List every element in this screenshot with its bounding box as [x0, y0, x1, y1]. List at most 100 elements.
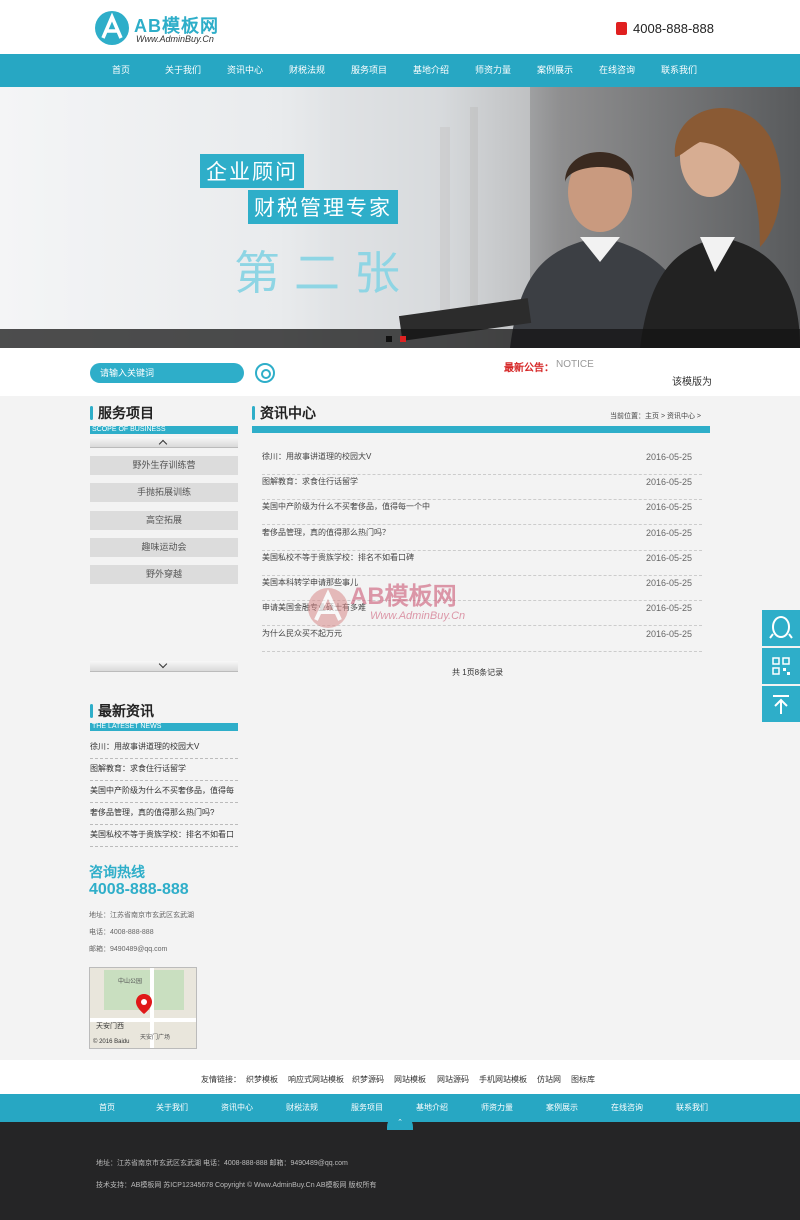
friend-links: 友情链接： 织梦模板 响应式网站模板 织梦源码 网站模板 网站源码 手机网站模板… [0, 1060, 800, 1094]
hotline-number: 4008-888-888 [89, 881, 189, 898]
latest-news-item[interactable]: 美国中产阶级为什么不买奢侈品，值得每 [90, 780, 238, 803]
qrcode-icon [772, 657, 790, 675]
news-row[interactable]: 图解教育：求食住行话留学 2016-05-25 [262, 475, 702, 500]
banner-photo [330, 87, 800, 348]
news-row-title[interactable]: 美国私校不等于贵族学校：排名不如看口碑 [262, 553, 414, 562]
news-row[interactable]: 奢侈品管理，真的值得那么热门吗？ 2016-05-25 [262, 526, 702, 551]
nav-services[interactable]: 服务项目 [339, 54, 399, 87]
search-input[interactable] [90, 363, 244, 383]
contact-phone: 电话：4008-888-888 [89, 929, 154, 936]
arrow-up-icon [773, 695, 789, 714]
footer-nav-base[interactable]: 基地介绍 [402, 1094, 462, 1122]
phone-icon [616, 21, 627, 35]
chevron-down-icon [158, 659, 168, 669]
service-item[interactable]: 趣味运动会 [90, 538, 238, 557]
footer-nav-teachers[interactable]: 师资力量 [467, 1094, 527, 1122]
footer-nav-services[interactable]: 服务项目 [337, 1094, 397, 1122]
service-item[interactable]: 高空拓展 [90, 511, 238, 530]
notice-text[interactable]: 该模版为 [672, 373, 712, 388]
nav-consult[interactable]: 在线咨询 [587, 54, 647, 87]
friend-link[interactable]: 手机网站模板 [479, 1074, 527, 1085]
nav-tax-law[interactable]: 财税法规 [277, 54, 337, 87]
header-phone: 4008-888-888 [616, 20, 714, 36]
contact-address: 地址：江苏省南京市玄武区玄武湖 [89, 912, 194, 919]
float-qq-button[interactable] [762, 610, 800, 646]
pagination-info: 共 1页8条记录 [452, 668, 504, 677]
service-item[interactable]: 野外穿越 [90, 565, 238, 584]
latest-news-item[interactable]: 奢侈品管理，真的值得那么热门吗? [90, 802, 238, 825]
nav-home[interactable]: 首页 [91, 54, 151, 87]
header: AB模板网 Www.AdminBuy.Cn 4008-888-888 [0, 0, 800, 54]
watermark-subtitle: Www.AdminBuy.Cn [370, 610, 466, 622]
news-row[interactable]: 徐川：用故事讲道理的校园大V 2016-05-25 [262, 450, 702, 475]
watermark-text: AB模板网 [350, 583, 457, 610]
friend-link[interactable]: 网站源码 [437, 1074, 469, 1085]
services-scroll-down[interactable] [90, 659, 238, 672]
map-label: 天安门广场 [140, 1035, 171, 1041]
main-nav: 首页 关于我们 资讯中心 财税法规 服务项目 基地介绍 师资力量 案例展示 在线… [0, 54, 800, 87]
float-top-button[interactable] [762, 686, 800, 722]
map-label: 天安门西 [96, 1023, 124, 1030]
service-item[interactable]: 手抛拓展训练 [90, 483, 238, 502]
breadcrumb-current[interactable]: 资讯中心 [667, 413, 695, 420]
notice-en-label: NOTICE [556, 359, 594, 370]
footer-nav-news[interactable]: 资讯中心 [207, 1094, 267, 1122]
footer-nav-home[interactable]: 首页 [77, 1094, 137, 1122]
service-item[interactable]: 野外生存训练营 [90, 456, 238, 475]
news-row-date: 2016-05-25 [645, 603, 692, 613]
friend-links-label: 友情链接： [201, 1075, 241, 1084]
footer-nav-about[interactable]: 关于我们 [142, 1094, 202, 1122]
news-row-title[interactable]: 美国中产阶级为什么不买奢侈品，值得每一个中 [262, 502, 430, 511]
services-scroll-up[interactable] [90, 437, 238, 449]
breadcrumb-prefix: 当前位置： [610, 413, 645, 420]
latest-news-title: 最新资讯 [90, 702, 154, 720]
breadcrumb: 当前位置：主页 > 资讯中心 > [610, 413, 702, 420]
news-row-title[interactable]: 徐川：用故事讲道理的校园大V [262, 452, 371, 461]
news-row-date: 2016-05-25 [645, 477, 692, 487]
friend-link[interactable]: 仿站网 [537, 1074, 561, 1085]
footer-nav-consult[interactable]: 在线咨询 [597, 1094, 657, 1122]
friend-link[interactable]: 织梦模板 [246, 1074, 278, 1085]
latest-news-subtitle: THE LATESET NEWS [90, 723, 238, 731]
nav-about[interactable]: 关于我们 [153, 54, 213, 87]
latest-news-item[interactable]: 美国私校不等于贵族学校：排名不如看口 [90, 824, 238, 847]
slide-dot-1[interactable] [386, 336, 392, 342]
nav-cases[interactable]: 案例展示 [525, 54, 585, 87]
phone-number: 4008-888-888 [633, 20, 714, 36]
location-map[interactable]: 中山公园 天安门西 天安门广场 © 2016 Baidu [89, 967, 197, 1049]
logo-icon [95, 11, 129, 45]
banner-slider[interactable]: 企业顾问 财税管理专家 第二张 [0, 87, 800, 348]
news-row-date: 2016-05-25 [645, 553, 692, 563]
news-row-title[interactable]: 奢侈品管理，真的值得那么热门吗？ [262, 528, 390, 537]
nav-teachers[interactable]: 师资力量 [463, 54, 523, 87]
notice-label: 最新公告： [504, 363, 554, 374]
nav-base[interactable]: 基地介绍 [401, 54, 461, 87]
news-row[interactable]: 美国中产阶级为什么不买奢侈品，值得每一个中 2016-05-25 [262, 500, 702, 525]
contact-email: 邮箱：9490489@qq.com [89, 946, 168, 953]
slide-dot-2[interactable] [400, 336, 406, 342]
float-qrcode-button[interactable] [762, 648, 800, 684]
hotline-title: 咨询热线 [89, 864, 145, 880]
latest-news-item[interactable]: 徐川：用故事讲道理的校园大V [90, 736, 238, 759]
friend-link[interactable]: 织梦源码 [352, 1074, 384, 1085]
footer-nav-tax-law[interactable]: 财税法规 [272, 1094, 332, 1122]
friend-link[interactable]: 响应式网站模板 [288, 1074, 344, 1085]
news-row-title[interactable]: 图解教育：求食住行话留学 [262, 477, 358, 486]
main-title-bar [252, 426, 710, 433]
news-row-date: 2016-05-25 [645, 578, 692, 588]
footer-nav-cases[interactable]: 案例展示 [532, 1094, 592, 1122]
main-title: 资讯中心 [252, 404, 316, 422]
chevron-up-icon [158, 439, 168, 449]
watermark-logo: AB模板网 Www.AdminBuy.Cn [300, 570, 510, 640]
footer-address: 地址：江苏省南京市玄武区玄武湖 电话：4008-888-888 邮箱：94904… [96, 1160, 348, 1167]
nav-contact[interactable]: 联系我们 [649, 54, 709, 87]
friend-link[interactable]: 网站模板 [394, 1074, 426, 1085]
logo[interactable]: AB模板网 Www.AdminBuy.Cn [94, 10, 244, 46]
breadcrumb-home[interactable]: 主页 [645, 413, 659, 420]
footer [0, 1122, 800, 1220]
footer-nav-contact[interactable]: 联系我们 [662, 1094, 722, 1122]
nav-news[interactable]: 资讯中心 [215, 54, 275, 87]
latest-news-item[interactable]: 图解教育：求食住行话留学 [90, 758, 238, 781]
search-icon[interactable] [255, 363, 275, 383]
friend-link[interactable]: 图标库 [571, 1074, 595, 1085]
